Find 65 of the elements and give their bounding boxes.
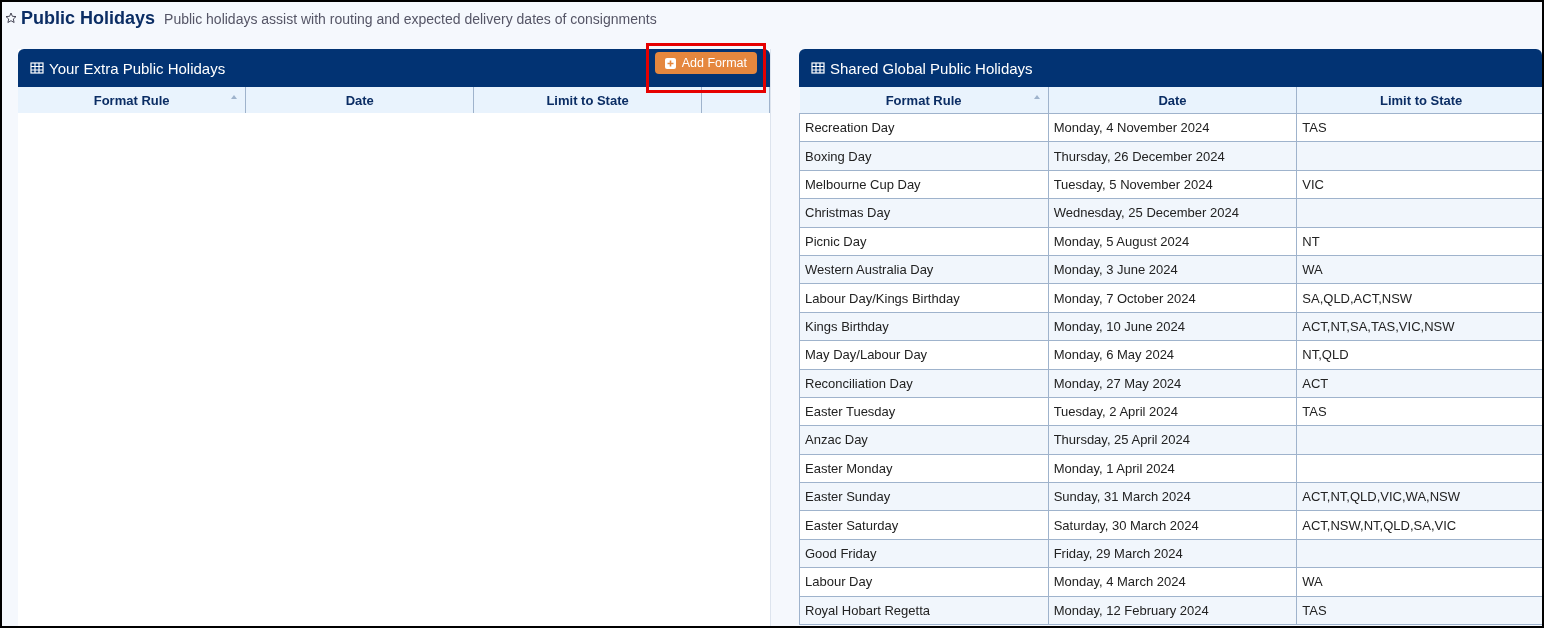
table-cell: Monday, 1 April 2024 <box>1048 454 1297 483</box>
table-cell: Boxing Day <box>799 141 1049 171</box>
column-header[interactable]: Date <box>1048 87 1297 114</box>
plus-icon <box>664 57 676 69</box>
table-cell: TAS <box>1296 397 1542 426</box>
column-header[interactable]: Date <box>245 87 474 113</box>
table-cell: Sunday, 31 March 2024 <box>1048 482 1297 511</box>
table-cell: WA <box>1296 567 1542 597</box>
table-cell: Labour Day <box>799 567 1049 597</box>
table-cell: Good Friday <box>799 539 1049 568</box>
table-cell: TAS <box>1296 596 1542 625</box>
table-cell: Melbourne Cup Day <box>799 170 1049 199</box>
table-cell: Labour Day/Kings Birthday <box>799 283 1049 313</box>
table-cell: ACT,NT,SA,TAS,VIC,NSW <box>1296 312 1542 341</box>
column-header[interactable]: Format Rule <box>18 87 246 113</box>
sort-icon <box>1033 95 1040 99</box>
table-cell: Friday, 29 March 2024 <box>1048 539 1297 568</box>
table-cell: Monday, 5 August 2024 <box>1048 227 1297 256</box>
page-title: Public Holidays <box>21 8 156 29</box>
table-cell: Reconciliation Day <box>799 369 1049 398</box>
table-cell: Western Australia Day <box>799 255 1049 284</box>
table-cell: VIC <box>1296 170 1542 199</box>
table-cell: ACT <box>1296 369 1542 398</box>
table-cell: Monday, 10 June 2024 <box>1048 312 1297 341</box>
star-icon <box>5 12 17 24</box>
column-header[interactable]: Limit to State <box>473 87 702 113</box>
table-cell: Recreation Day <box>799 113 1049 142</box>
table-cell: NT <box>1296 227 1542 256</box>
table-cell: NT,QLD <box>1296 340 1542 369</box>
table-cell: Christmas Day <box>799 198 1049 228</box>
table-cell: Anzac Day <box>799 425 1049 455</box>
table-cell: Monday, 4 November 2024 <box>1048 113 1297 142</box>
column-header[interactable]: Format Rule <box>799 87 1049 114</box>
table-cell: Monday, 7 October 2024 <box>1048 283 1297 313</box>
table-cell: Monday, 4 March 2024 <box>1048 567 1297 597</box>
table-cell: Picnic Day <box>799 227 1049 256</box>
table-cell: TAS <box>1296 113 1542 142</box>
table-cell: Easter Saturday <box>799 510 1049 540</box>
page-subtitle: Public holidays assist with routing and expected delivery dates of consignments <box>164 11 657 27</box>
table-cell: Monday, 12 February 2024 <box>1048 596 1297 625</box>
table-cell: Tuesday, 5 November 2024 <box>1048 170 1297 199</box>
table-cell: Thursday, 25 April 2024 <box>1048 425 1297 455</box>
table-cell: Monday, 27 May 2024 <box>1048 369 1297 398</box>
table-cell: Kings Birthday <box>799 312 1049 341</box>
table-cell: Wednesday, 25 December 2024 <box>1048 198 1297 228</box>
table-cell: Easter Sunday <box>799 482 1049 511</box>
table-cell: WA <box>1296 255 1542 284</box>
panel-title: Your Extra Public Holidays <box>49 59 227 77</box>
table-cell: Easter Tuesday <box>799 397 1049 426</box>
table-cell: Monday, 6 May 2024 <box>1048 340 1297 369</box>
table-icon <box>811 62 825 74</box>
table-cell: ACT,NSW,NT,QLD,SA,VIC <box>1296 510 1542 540</box>
table-cell: Saturday, 30 March 2024 <box>1048 510 1297 540</box>
table-icon <box>30 62 44 74</box>
panel-title: Shared Global Public Holidays <box>830 59 1034 77</box>
table-cell: Royal Hobart Regetta <box>799 596 1049 625</box>
table-cell: Monday, 3 June 2024 <box>1048 255 1297 284</box>
column-header[interactable]: Limit to State <box>1296 87 1542 114</box>
table-cell: SA,QLD,ACT,NSW <box>1296 283 1542 313</box>
table-cell: Easter Monday <box>799 454 1049 483</box>
table-cell: Thursday, 26 December 2024 <box>1048 141 1297 171</box>
table-cell: May Day/Labour Day <box>799 340 1049 369</box>
sort-icon <box>231 95 238 99</box>
table-cell: ACT,NT,QLD,VIC,WA,NSW <box>1296 482 1542 511</box>
table-cell: Tuesday, 2 April 2024 <box>1048 397 1297 426</box>
